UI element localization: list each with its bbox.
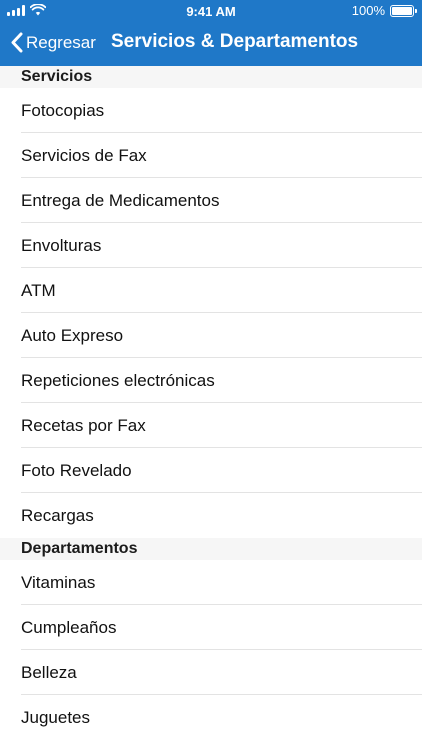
status-bar: 9:41 AM 100% [0, 0, 422, 22]
battery-percent: 100% [351, 3, 385, 18]
status-right: 100% [351, 3, 417, 18]
list-item[interactable]: Repeticiones electrónicas [0, 358, 422, 403]
section-header: Servicios [0, 66, 422, 88]
list-item[interactable]: Belleza [0, 650, 422, 695]
back-button[interactable]: Regresar [10, 32, 96, 53]
list-item[interactable]: ATM [0, 268, 422, 313]
list-item[interactable]: Auto Expreso [0, 313, 422, 358]
list-item[interactable]: Recetas por Fax [0, 403, 422, 448]
navigation-bar: Regresar Servicios & Departamentos [0, 22, 422, 66]
list-item[interactable]: Entrega de Medicamentos [0, 178, 422, 223]
list-item[interactable]: Foto Revelado [0, 448, 422, 493]
list-item[interactable]: Servicios de Fax [0, 133, 422, 178]
list-item[interactable]: Cumpleaños [0, 605, 422, 650]
list-item[interactable]: Fotocopias [0, 88, 422, 133]
section-list: Servicios Fotocopias Servicios de Fax Entre… [0, 66, 422, 740]
list-item[interactable]: Vitaminas [0, 560, 422, 605]
list-item[interactable]: Juguetes [0, 695, 422, 740]
list-item[interactable]: Envolturas [0, 223, 422, 268]
app-header: 9:41 AM 100% Regresar Servicios & Depart… [0, 0, 422, 66]
page-title: Servicios & Departamentos [111, 31, 359, 52]
list-item[interactable]: Recargas [0, 493, 422, 538]
back-label: Regresar [26, 32, 96, 52]
section-header: Departamentos [0, 538, 422, 560]
battery-icon [390, 4, 417, 17]
chevron-left-icon [11, 32, 23, 53]
battery-fill [392, 6, 412, 15]
